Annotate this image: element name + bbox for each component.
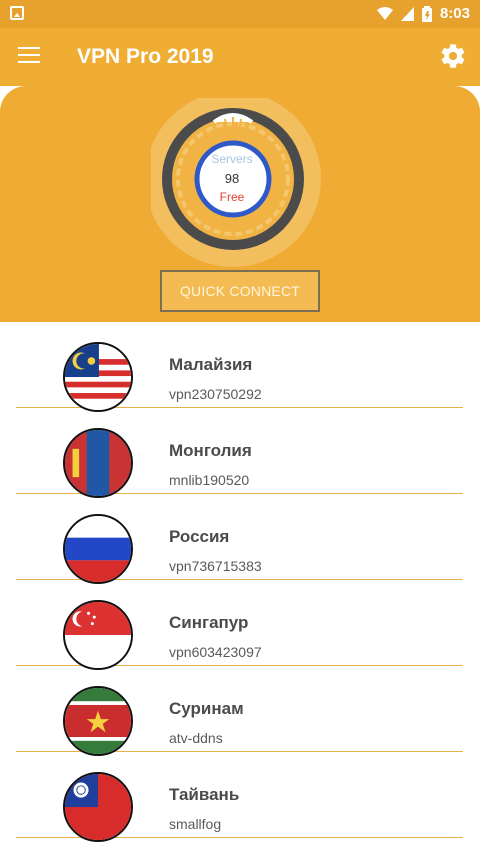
singapore-flag-icon	[63, 600, 133, 670]
server-id: smallfog	[169, 816, 222, 832]
image-notification-icon	[10, 6, 24, 20]
wifi-icon	[376, 6, 393, 20]
country-item-singapore[interactable]: Сингапур vpn603423097	[16, 580, 463, 670]
free-label: Free	[219, 190, 245, 204]
mongolia-flag-icon	[63, 428, 133, 498]
status-bar: 8:03	[0, 0, 480, 28]
country-name: Тайвань	[169, 785, 240, 804]
quick-connect-panel: Servers 98 Free QUICK CONNECT	[0, 86, 480, 322]
country-name: Монголия	[169, 441, 252, 460]
status-time: 8:03	[439, 5, 470, 22]
country-name: Россия	[169, 527, 230, 546]
country-item-suriname[interactable]: Суринам atv-ddns	[16, 666, 463, 756]
server-count: 98	[224, 171, 240, 186]
malaysia-flag-icon	[63, 342, 133, 412]
country-name: Суринам	[169, 699, 244, 718]
country-item-mongolia[interactable]: Монголия mnlib190520	[16, 408, 463, 498]
country-name: Сингапур	[169, 613, 249, 632]
server-id: mnlib190520	[169, 472, 250, 488]
battery-icon	[421, 5, 432, 22]
server-id: atv-ddns	[169, 730, 223, 746]
country-item-malaysia[interactable]: Малайзия vpn230750292	[16, 322, 463, 412]
country-item-taiwan[interactable]: Тайвань smallfog	[16, 752, 463, 842]
suriname-flag-icon	[63, 686, 133, 756]
menu-icon[interactable]	[18, 47, 40, 65]
signal-icon	[400, 6, 414, 21]
gear-icon[interactable]	[439, 42, 467, 70]
taiwan-flag-icon	[63, 772, 133, 842]
server-id: vpn603423097	[169, 644, 262, 660]
russia-flag-icon	[63, 514, 133, 584]
app-toolbar: VPN Pro 2019	[0, 28, 480, 86]
app-title: VPN Pro 2019	[77, 45, 214, 68]
server-id: vpn736715383	[169, 558, 262, 574]
quick-connect-button[interactable]: QUICK CONNECT	[160, 270, 320, 312]
server-id: vpn230750292	[169, 386, 262, 402]
country-item-russia[interactable]: Россия vpn736715383	[16, 494, 463, 584]
servers-label: Servers	[211, 152, 253, 166]
country-name: Малайзия	[169, 355, 253, 374]
country-server-list: Малайзия vpn230750292 Монголия mnlib1905…	[0, 322, 480, 853]
